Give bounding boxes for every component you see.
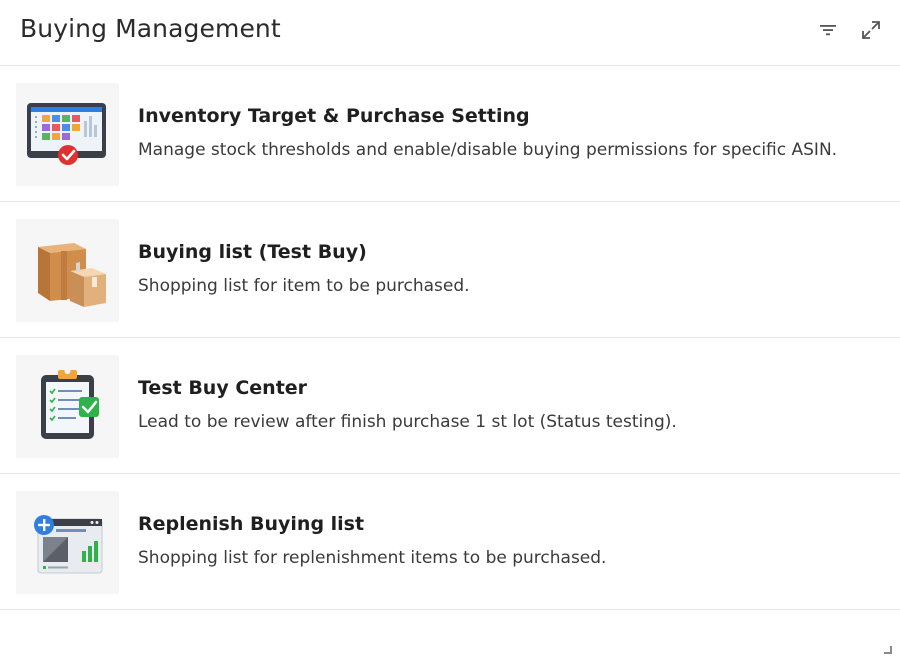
list-item-inventory-target[interactable]: Inventory Target & Purchase Setting Mana… [0,66,900,202]
cardboard-boxes-icon [38,243,106,307]
item-description: Shopping list for item to be purchased. [138,276,470,296]
item-description: Shopping list for replenishment items to… [138,548,607,568]
item-title: Test Buy Center [138,377,308,399]
list-item-test-buy-center[interactable]: Test Buy Center Lead to be review after … [0,338,900,474]
dashboard-checkmark-icon [27,103,106,165]
item-title: Buying list (Test Buy) [138,241,367,263]
resize-handle[interactable] [884,646,892,654]
clipboard-checklist-icon [41,368,99,439]
panel-header: Buying Management [0,0,900,66]
list-item-buying-list[interactable]: Buying list (Test Buy) Shopping list for… [0,202,900,338]
filter-button[interactable] [816,18,840,42]
replenish-chart-icon [34,515,103,574]
list-item-replenish-buying-list[interactable]: Replenish Buying list Shopping list for … [0,474,900,610]
expand-button[interactable] [859,18,883,42]
item-thumbnail [16,219,119,322]
item-thumbnail [16,83,119,186]
expand-icon [862,21,880,39]
menu-list: Inventory Target & Purchase Setting Mana… [0,66,900,610]
item-description: Lead to be review after finish purchase … [138,412,677,432]
item-thumbnail [16,355,119,458]
item-title: Inventory Target & Purchase Setting [138,105,530,127]
item-thumbnail [16,491,119,594]
item-title: Replenish Buying list [138,513,365,535]
filter-icon [820,25,836,36]
page-title: Buying Management [20,14,281,43]
item-description: Manage stock thresholds and enable/disab… [138,140,838,160]
